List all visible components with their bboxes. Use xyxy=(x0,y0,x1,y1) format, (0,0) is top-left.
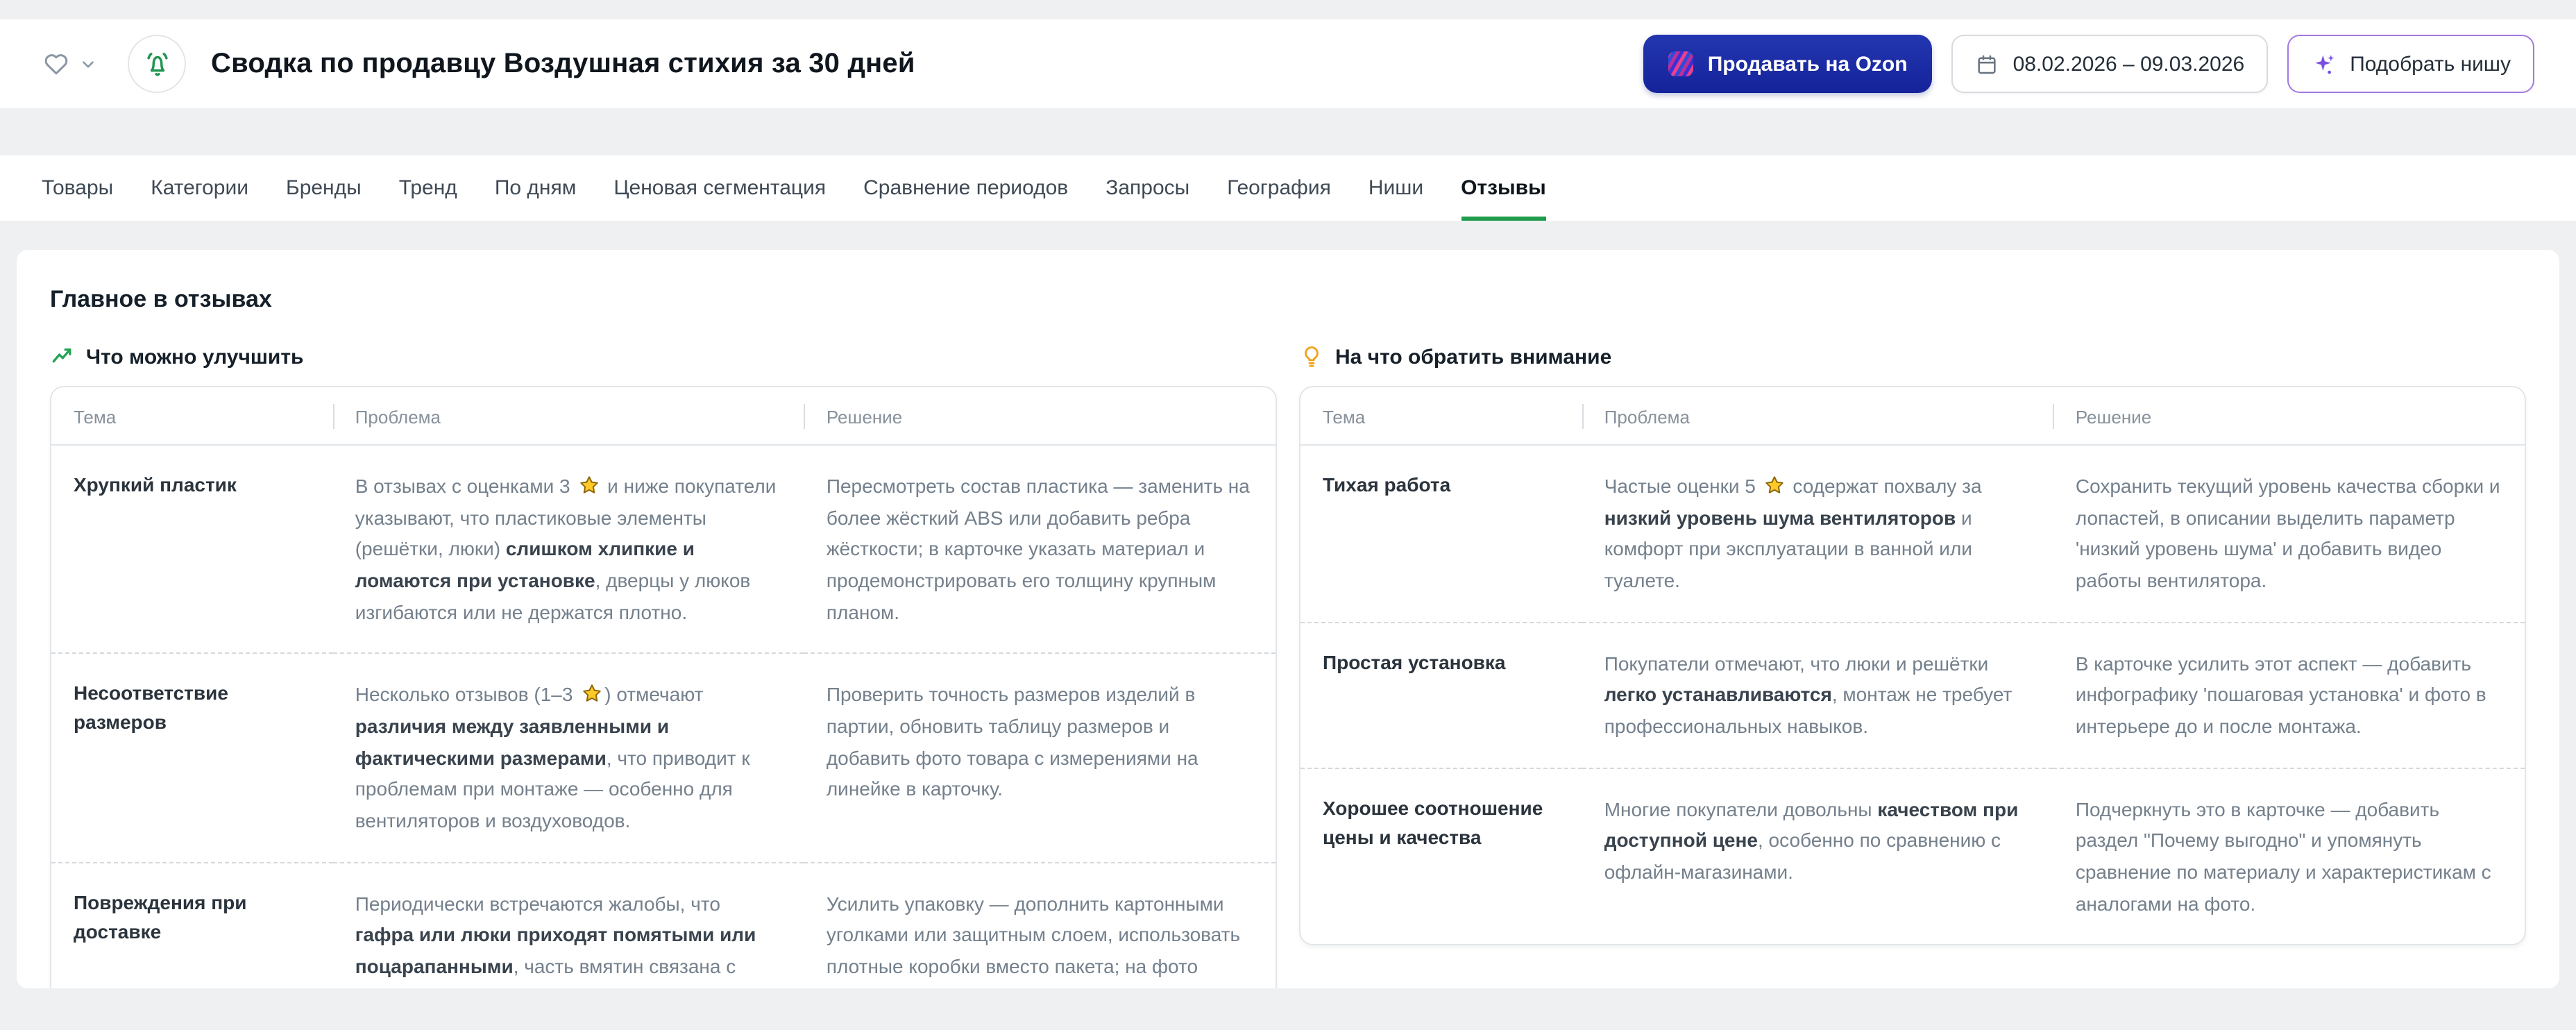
row-problem: Многие покупатели довольны качеством при… xyxy=(1582,768,2053,944)
star-icon xyxy=(581,684,602,704)
reviews-summary-card: Главное в отзывах Что можно улучшить Тем… xyxy=(17,250,2559,988)
trend-up-icon xyxy=(50,344,75,369)
row-topic: Тихая работа xyxy=(1300,445,1582,622)
chevron-down-icon xyxy=(79,55,97,73)
row-solution: Усилить упаковку — дополнить картонными … xyxy=(804,862,1276,988)
table-row: Тихая работа Частые оценки 5 содержат по… xyxy=(1300,445,2525,622)
row-solution: Сохранить текущий уровень качества сборк… xyxy=(2053,445,2525,622)
table-row: Повреждения при доставке Периодически вс… xyxy=(51,862,1276,988)
tab-sravnenie-periodov[interactable]: Сравнение периодов xyxy=(863,155,1068,221)
alerts-button[interactable] xyxy=(128,35,186,93)
row-topic: Несоответствие размеров xyxy=(51,654,333,863)
tab-otzyvy[interactable]: Отзывы xyxy=(1461,155,1546,221)
header-problem: Проблема xyxy=(333,387,804,445)
tab-nishi[interactable]: Ниши xyxy=(1368,155,1423,221)
row-solution: Пересмотреть состав пластика — заменить … xyxy=(804,445,1276,654)
row-topic: Хорошее соотношение цены и качества xyxy=(1300,768,1582,944)
ozon-logo xyxy=(1669,51,1694,76)
row-problem: Покупатели отмечают, что люки и решётки … xyxy=(1582,622,2053,768)
attention-heading: На что обратить внимание xyxy=(1335,345,1611,369)
table-row: Простая установка Покупатели отмечают, ч… xyxy=(1300,622,2525,768)
header-topic: Тема xyxy=(1300,387,1582,445)
sell-on-ozon-button[interactable]: Продавать на Ozon xyxy=(1644,35,1933,93)
bell-icon xyxy=(141,48,173,80)
sparkles-icon xyxy=(2311,51,2337,77)
date-range-picker[interactable]: 08.02.2026 – 09.03.2026 xyxy=(1952,35,2269,93)
page-header: Сводка по продавцу Воздушная стихия за 3… xyxy=(0,19,2576,108)
row-topic: Простая установка xyxy=(1300,622,1582,768)
heart-icon xyxy=(42,50,71,78)
table-row: Хорошее соотношение цены и качества Мног… xyxy=(1300,768,2525,944)
improve-column: Что можно улучшить Тема Проблема Решение… xyxy=(50,314,1277,988)
tab-po-dnyam[interactable]: По дням xyxy=(495,155,577,221)
star-icon xyxy=(578,475,599,496)
row-solution: В карточке усилить этот аспект — добавит… xyxy=(2053,622,2525,768)
date-range-value: 08.02.2026 – 09.03.2026 xyxy=(2013,52,2245,76)
spacer xyxy=(0,108,2576,155)
lightbulb-icon xyxy=(1299,344,1324,369)
row-problem: Частые оценки 5 содержат похвалу за низк… xyxy=(1582,445,2053,622)
tab-kategorii[interactable]: Категории xyxy=(151,155,248,221)
table-header-row: Тема Проблема Решение xyxy=(51,387,1276,445)
columns: Что можно улучшить Тема Проблема Решение… xyxy=(50,314,2526,988)
tab-bar: Товары Категории Бренды Тренд По дням Ценовая… xyxy=(0,155,2576,221)
star-icon xyxy=(1764,475,1785,496)
header-solution: Решение xyxy=(2053,387,2525,445)
tab-trend[interactable]: Тренд xyxy=(399,155,457,221)
attention-heading-row: На что обратить внимание xyxy=(1299,344,2526,369)
row-solution: Подчеркнуть это в карточке — добавить ра… xyxy=(2053,768,2525,944)
header-solution: Решение xyxy=(804,387,1276,445)
page: Сводка по продавцу Воздушная стихия за 3… xyxy=(0,0,2576,1030)
attention-column: На что обратить внимание Тема Проблема Р… xyxy=(1299,314,2526,988)
spacer xyxy=(0,221,2576,250)
tab-brendy[interactable]: Бренды xyxy=(286,155,362,221)
favorite-button[interactable] xyxy=(42,50,97,78)
improve-heading-row: Что можно улучшить xyxy=(50,344,1277,369)
header-actions: Продавать на Ozon 08.02.2026 – 09.03.202… xyxy=(1644,35,2534,93)
pick-niche-button[interactable]: Подобрать нишу xyxy=(2287,35,2534,93)
row-problem: В отзывах с оценками 3 и ниже покупатели… xyxy=(333,445,804,654)
calendar-icon xyxy=(1976,52,1999,76)
pick-niche-label: Подобрать нишу xyxy=(2350,52,2511,76)
tab-zaprosy[interactable]: Запросы xyxy=(1105,155,1189,221)
table-row: Несоответствие размеров Несколько отзыво… xyxy=(51,654,1276,863)
row-solution: Проверить точность размеров изделий в па… xyxy=(804,654,1276,863)
row-topic: Повреждения при доставке xyxy=(51,862,333,988)
row-problem: Несколько отзывов (1–3 ) отмечают различ… xyxy=(333,654,804,863)
section-title: Главное в отзывах xyxy=(50,286,2526,314)
sell-on-ozon-label: Продавать на Ozon xyxy=(1708,52,1908,76)
improve-heading: Что можно улучшить xyxy=(86,345,303,369)
table-row: Хрупкий пластик В отзывах с оценками 3 и… xyxy=(51,445,1276,654)
header-problem: Проблема xyxy=(1582,387,2053,445)
header-topic: Тема xyxy=(51,387,333,445)
table-header-row: Тема Проблема Решение xyxy=(1300,387,2525,445)
row-topic: Хрупкий пластик xyxy=(51,445,333,654)
tab-geografiya[interactable]: География xyxy=(1227,155,1331,221)
attention-table: Тема Проблема Решение Тихая работа Часты… xyxy=(1299,386,2526,946)
improve-table: Тема Проблема Решение Хрупкий пластик В … xyxy=(50,386,1277,988)
row-problem: Периодически встречаются жалобы, что гаф… xyxy=(333,862,804,988)
tab-cenovaya-segmentaciya[interactable]: Ценовая сегментация xyxy=(613,155,826,221)
page-title: Сводка по продавцу Воздушная стихия за 3… xyxy=(211,48,915,80)
tab-tovary[interactable]: Товары xyxy=(42,155,113,221)
